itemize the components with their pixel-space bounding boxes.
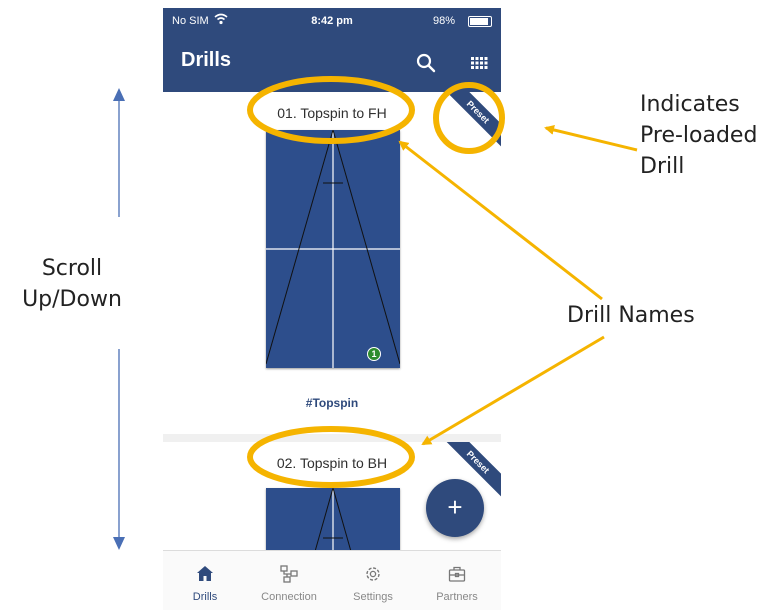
- app-bar: Drills: [163, 35, 501, 92]
- gear-icon: [366, 567, 380, 581]
- annotation-line: Scroll: [41, 256, 103, 281]
- tab-connection[interactable]: Connection: [247, 551, 331, 610]
- tab-settings[interactable]: Settings: [331, 551, 415, 610]
- grid-icon[interactable]: [466, 50, 492, 76]
- drill-card[interactable]: 01. Topspin to FH 1 #Topspin Preset: [163, 92, 501, 434]
- court-diagram: [266, 488, 400, 550]
- scroll-arrow: [113, 88, 125, 550]
- status-bar: No SIM 8:42 pm 98%: [163, 8, 501, 35]
- drill-names-annotation: Drill Names: [567, 303, 695, 328]
- drill-tag[interactable]: #Topspin: [163, 396, 501, 410]
- battery-level: 98%: [432, 15, 455, 27]
- court-diagram: 1: [266, 130, 400, 368]
- annotation-line: Pre-loaded: [640, 123, 758, 148]
- page-title: Drills: [181, 49, 232, 71]
- shot-marker: 1: [367, 347, 381, 361]
- briefcase-icon: [448, 566, 466, 582]
- court-graphic: [266, 488, 400, 550]
- tab-bar: Drills Connection Settings Partners: [163, 550, 501, 610]
- tab-label: Connection: [261, 591, 317, 603]
- search-icon[interactable]: [413, 50, 439, 76]
- pointer-arrow: [544, 125, 638, 152]
- annotation-line: Drill: [640, 154, 685, 179]
- scroll-annotation: Scroll Up/Down: [0, 253, 144, 315]
- tab-label: Partners: [436, 591, 478, 603]
- court-graphic: [266, 130, 400, 368]
- tab-label: Settings: [353, 591, 393, 603]
- annotation-line: Up/Down: [22, 287, 122, 312]
- battery-icon: [468, 16, 492, 27]
- phone-screen: No SIM 8:42 pm 98% Drills 01. Topspin to…: [163, 8, 501, 610]
- tab-label: Drills: [192, 591, 218, 603]
- connection-icon: [280, 565, 298, 583]
- annotation-line: Indicates: [640, 92, 740, 117]
- preset-label: Preset: [441, 92, 501, 150]
- tab-drills[interactable]: Drills: [163, 551, 247, 610]
- preset-ribbon: Preset: [441, 92, 501, 152]
- add-drill-button[interactable]: +: [426, 479, 484, 537]
- home-icon: [197, 566, 213, 581]
- tab-partners[interactable]: Partners: [415, 551, 499, 610]
- preset-annotation: Indicates Pre-loaded Drill: [640, 89, 780, 182]
